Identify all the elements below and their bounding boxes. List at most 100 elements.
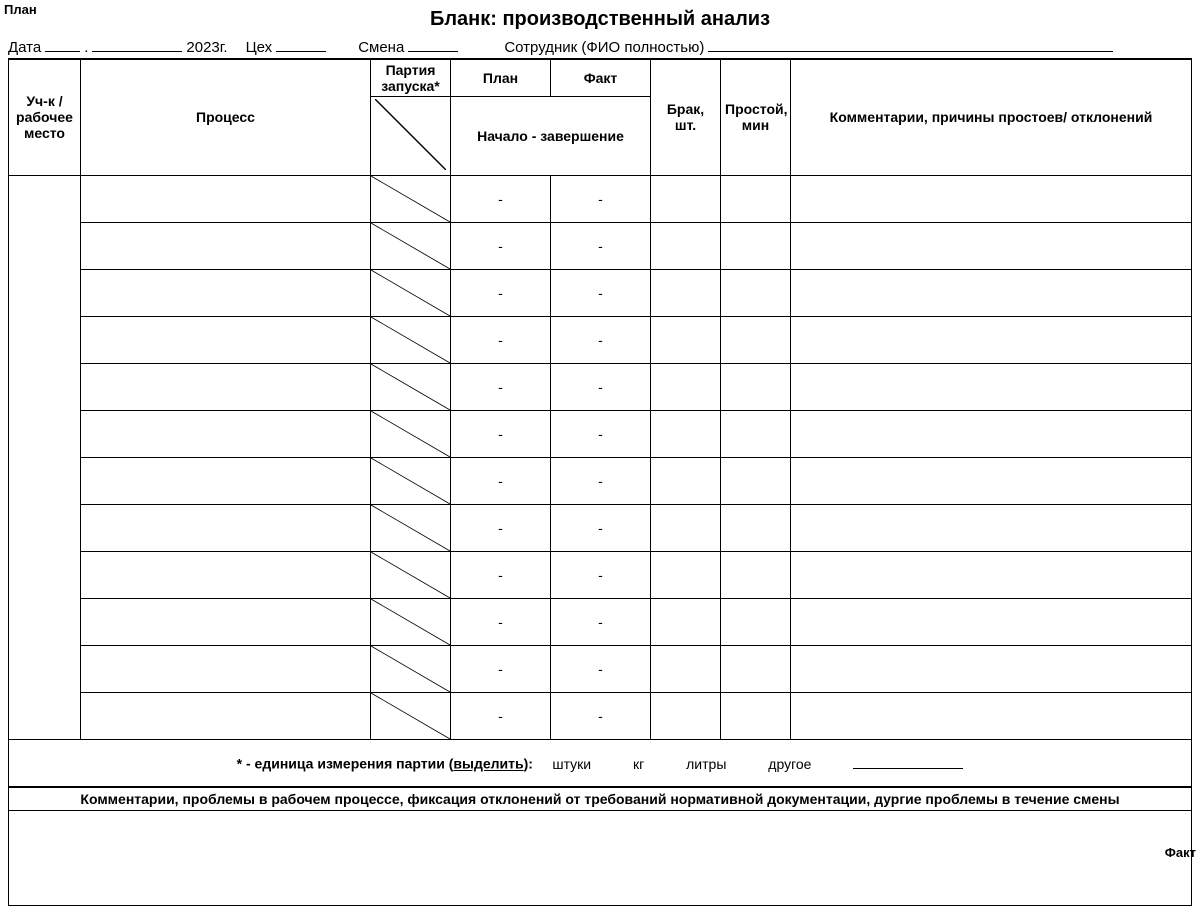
defect-cell[interactable] xyxy=(651,269,721,316)
th-workplace: Уч-к / рабочее место xyxy=(9,59,81,175)
comment-cell[interactable] xyxy=(791,692,1192,739)
downtime-cell[interactable] xyxy=(721,175,791,222)
plan-cell[interactable]: - xyxy=(451,457,551,504)
fact-cell[interactable]: - xyxy=(551,457,651,504)
process-cell[interactable] xyxy=(81,410,371,457)
downtime-cell[interactable] xyxy=(721,363,791,410)
defect-cell[interactable] xyxy=(651,222,721,269)
comments-body[interactable] xyxy=(8,811,1192,906)
plan-cell[interactable]: - xyxy=(451,504,551,551)
defect-cell[interactable] xyxy=(651,645,721,692)
comment-cell[interactable] xyxy=(791,316,1192,363)
workplace-cell[interactable] xyxy=(9,175,81,739)
fact-cell[interactable]: - xyxy=(551,316,651,363)
batch-cell[interactable] xyxy=(371,692,451,739)
comment-cell[interactable] xyxy=(791,175,1192,222)
unit-option-liters[interactable]: литры xyxy=(686,756,726,772)
table-row: - - xyxy=(9,551,1192,598)
batch-cell[interactable] xyxy=(371,551,451,598)
fact-cell[interactable]: - xyxy=(551,363,651,410)
process-cell[interactable] xyxy=(81,504,371,551)
plan-cell[interactable]: - xyxy=(451,551,551,598)
defect-cell[interactable] xyxy=(651,457,721,504)
fact-cell[interactable]: - xyxy=(551,175,651,222)
comment-cell[interactable] xyxy=(791,551,1192,598)
unit-option-kg[interactable]: кг xyxy=(633,756,644,772)
fact-cell[interactable]: - xyxy=(551,222,651,269)
batch-cell[interactable] xyxy=(371,363,451,410)
process-cell[interactable] xyxy=(81,692,371,739)
process-cell[interactable] xyxy=(81,645,371,692)
plan-cell[interactable]: - xyxy=(451,692,551,739)
fact-cell[interactable]: - xyxy=(551,269,651,316)
fact-cell[interactable]: - xyxy=(551,551,651,598)
unit-option-pieces[interactable]: штуки xyxy=(552,756,591,772)
plan-cell[interactable]: - xyxy=(451,645,551,692)
defect-cell[interactable] xyxy=(651,363,721,410)
batch-cell[interactable] xyxy=(371,645,451,692)
fact-cell[interactable]: - xyxy=(551,645,651,692)
plan-cell[interactable]: - xyxy=(451,598,551,645)
downtime-cell[interactable] xyxy=(721,598,791,645)
table-row: - - xyxy=(9,316,1192,363)
plan-cell[interactable]: - xyxy=(451,363,551,410)
defect-cell[interactable] xyxy=(651,504,721,551)
downtime-cell[interactable] xyxy=(721,551,791,598)
process-cell[interactable] xyxy=(81,269,371,316)
batch-cell[interactable] xyxy=(371,269,451,316)
batch-cell[interactable] xyxy=(371,410,451,457)
process-cell[interactable] xyxy=(81,222,371,269)
comment-cell[interactable] xyxy=(791,598,1192,645)
defect-cell[interactable] xyxy=(651,410,721,457)
process-cell[interactable] xyxy=(81,551,371,598)
fact-cell[interactable]: - xyxy=(551,598,651,645)
comment-cell[interactable] xyxy=(791,269,1192,316)
defect-cell[interactable] xyxy=(651,316,721,363)
unit-other-field[interactable] xyxy=(853,753,963,768)
comment-cell[interactable] xyxy=(791,410,1192,457)
process-cell[interactable] xyxy=(81,457,371,504)
batch-cell[interactable] xyxy=(371,504,451,551)
downtime-cell[interactable] xyxy=(721,504,791,551)
downtime-cell[interactable] xyxy=(721,410,791,457)
defect-cell[interactable] xyxy=(651,598,721,645)
plan-cell[interactable]: - xyxy=(451,410,551,457)
downtime-cell[interactable] xyxy=(721,222,791,269)
downtime-cell[interactable] xyxy=(721,645,791,692)
employee-field[interactable] xyxy=(708,35,1113,52)
process-cell[interactable] xyxy=(81,316,371,363)
comment-cell[interactable] xyxy=(791,645,1192,692)
plan-cell[interactable]: - xyxy=(451,269,551,316)
process-cell[interactable] xyxy=(81,175,371,222)
process-cell[interactable] xyxy=(81,363,371,410)
comment-cell[interactable] xyxy=(791,363,1192,410)
date-month-field[interactable] xyxy=(92,35,182,52)
downtime-cell[interactable] xyxy=(721,692,791,739)
fact-cell[interactable]: - xyxy=(551,692,651,739)
defect-cell[interactable] xyxy=(651,692,721,739)
downtime-cell[interactable] xyxy=(721,269,791,316)
process-cell[interactable] xyxy=(81,598,371,645)
defect-cell[interactable] xyxy=(651,551,721,598)
th-start-end: Начало - завершение xyxy=(451,96,651,175)
batch-cell[interactable] xyxy=(371,457,451,504)
date-day-field[interactable] xyxy=(45,35,80,52)
defect-cell[interactable] xyxy=(651,175,721,222)
batch-cell[interactable] xyxy=(371,222,451,269)
comment-cell[interactable] xyxy=(791,222,1192,269)
plan-cell[interactable]: - xyxy=(451,316,551,363)
plan-cell[interactable]: - xyxy=(451,175,551,222)
plan-cell[interactable]: - xyxy=(451,222,551,269)
shop-field[interactable] xyxy=(276,35,326,52)
downtime-cell[interactable] xyxy=(721,316,791,363)
shift-field[interactable] xyxy=(408,35,458,52)
downtime-cell[interactable] xyxy=(721,457,791,504)
batch-cell[interactable] xyxy=(371,316,451,363)
batch-cell[interactable] xyxy=(371,598,451,645)
fact-cell[interactable]: - xyxy=(551,504,651,551)
comment-cell[interactable] xyxy=(791,457,1192,504)
comment-cell[interactable] xyxy=(791,504,1192,551)
batch-cell[interactable] xyxy=(371,175,451,222)
fact-cell[interactable]: - xyxy=(551,410,651,457)
unit-option-other[interactable]: другое xyxy=(768,756,811,772)
